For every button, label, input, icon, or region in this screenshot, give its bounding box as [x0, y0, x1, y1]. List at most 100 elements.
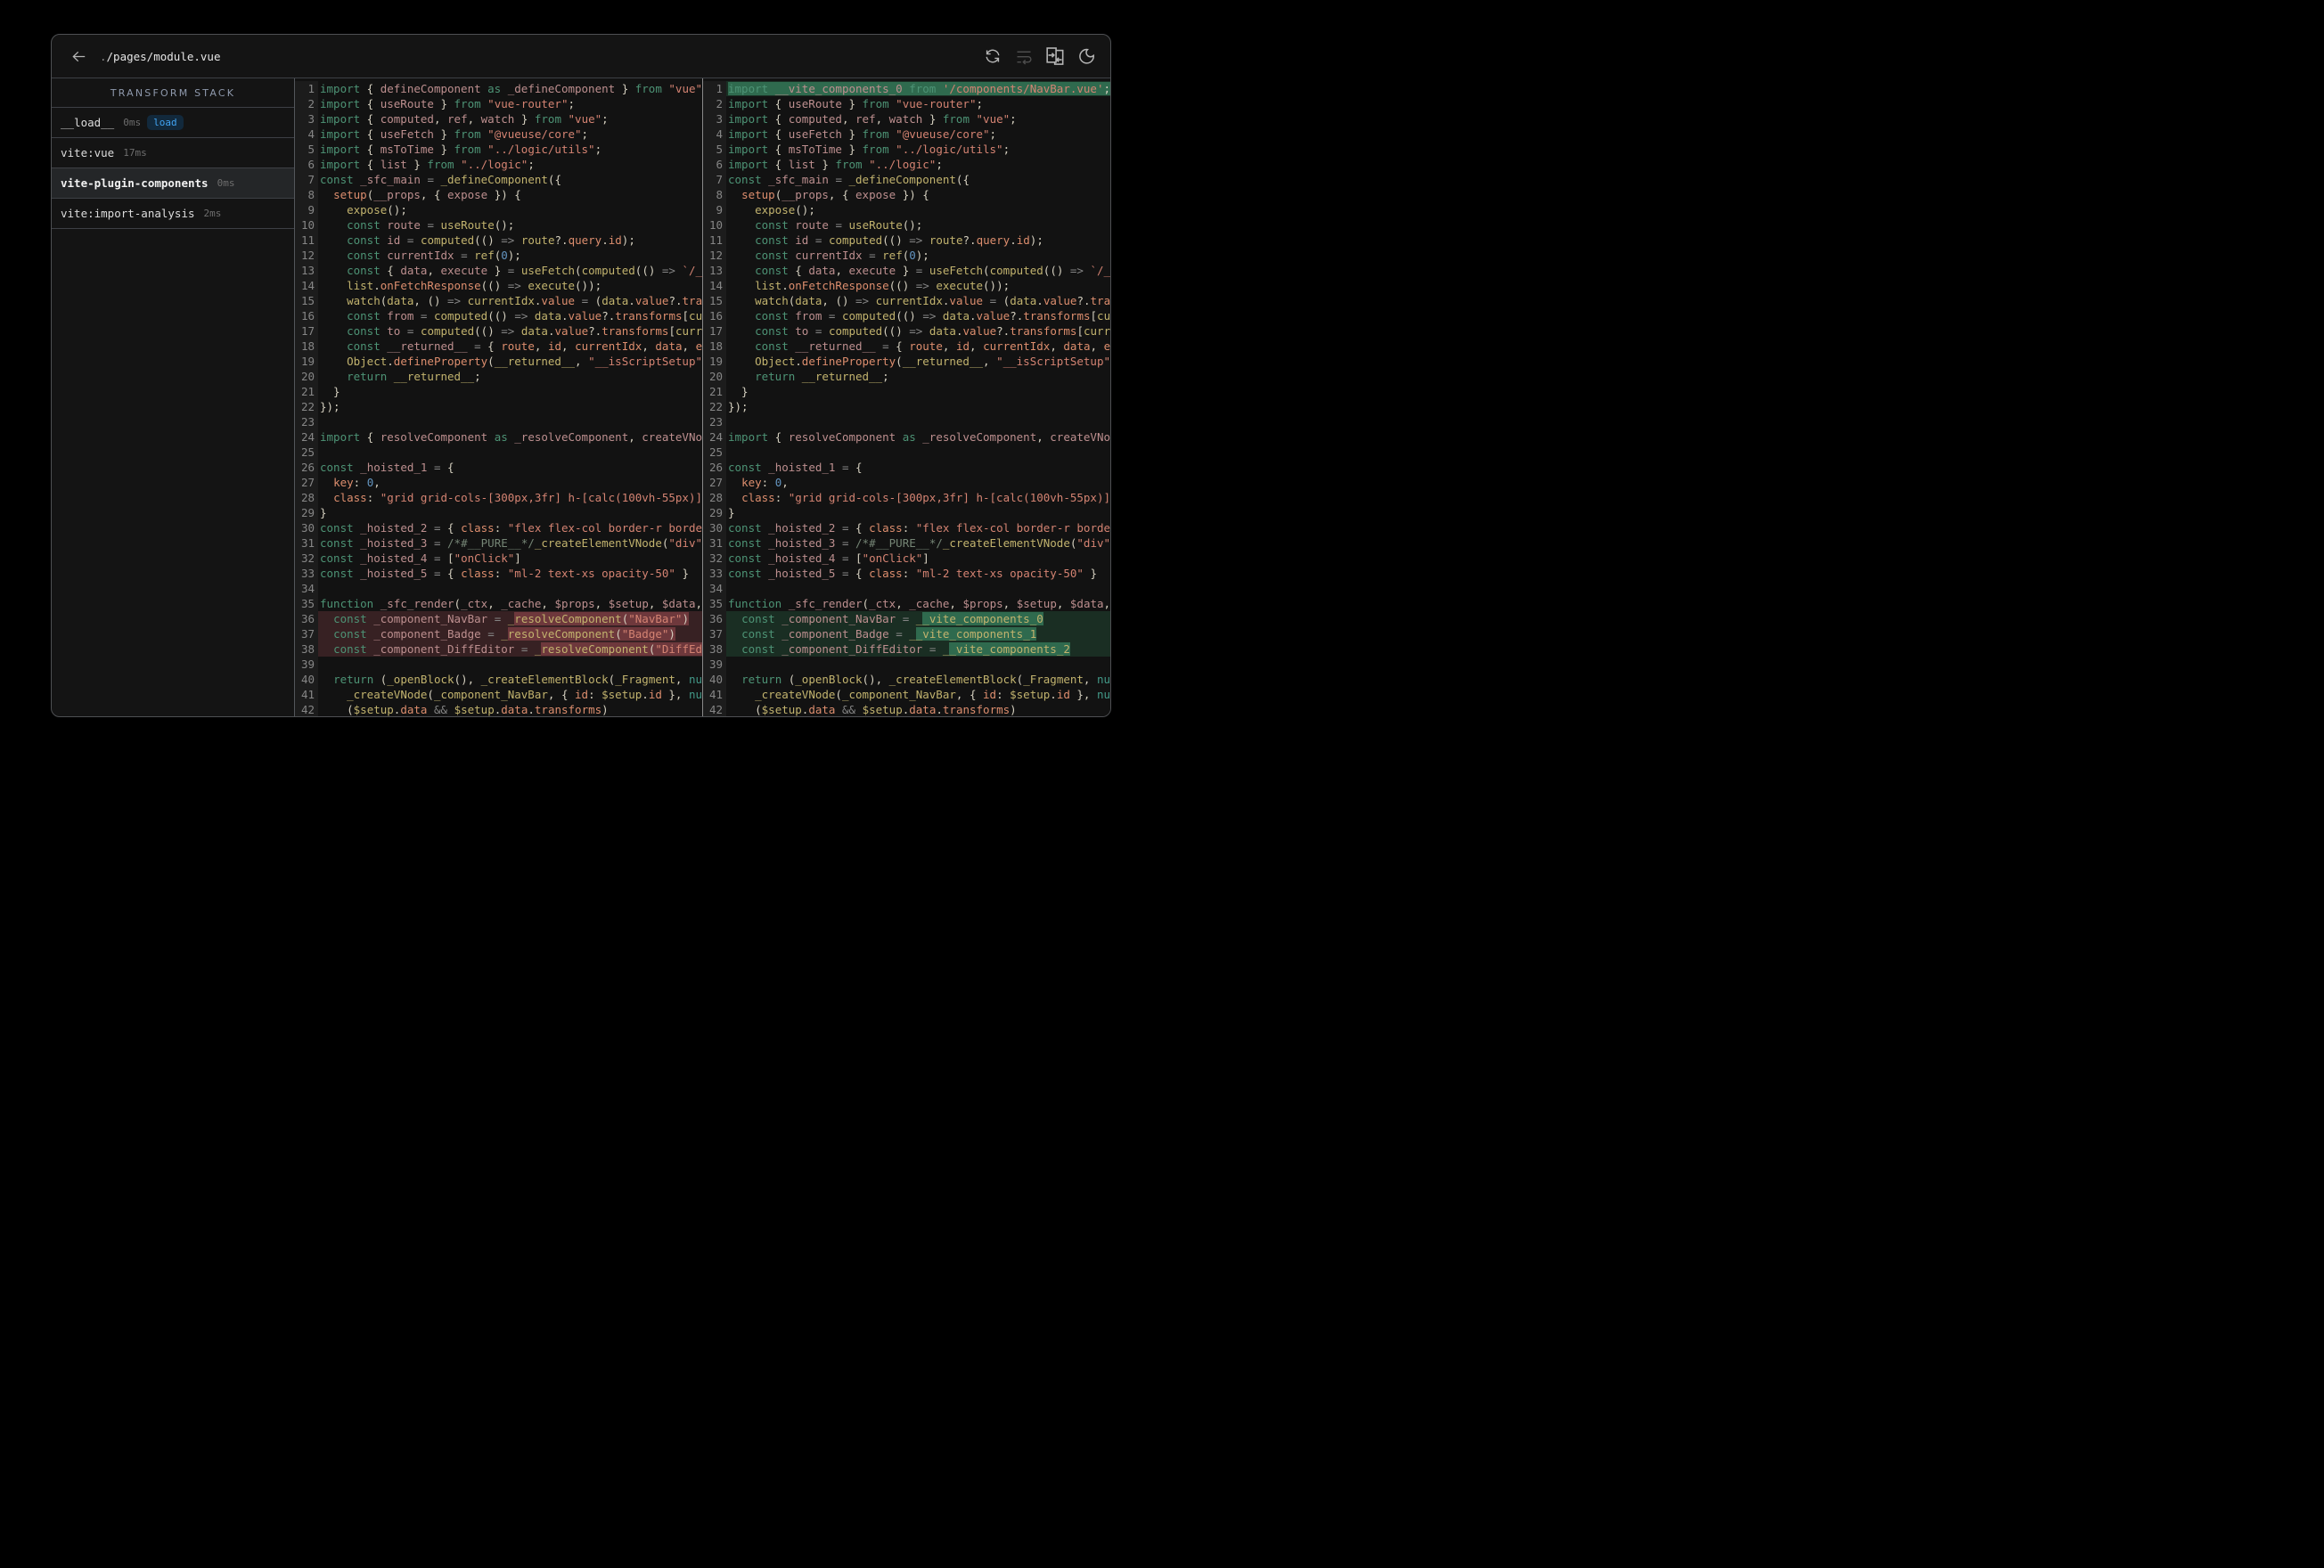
- line-number: 40: [703, 672, 726, 687]
- code-line: 18 const __returned__ = { route, id, cur…: [295, 339, 702, 354]
- code-line: 34: [703, 581, 1110, 596]
- line-number: 11: [295, 233, 318, 248]
- code-line: 17 const to = computed(() => data.value?…: [703, 323, 1110, 339]
- plugin-item-vite-plugin-components[interactable]: vite-plugin-components 0ms: [52, 168, 294, 199]
- line-number: 26: [295, 460, 318, 475]
- line-number: 38: [703, 641, 726, 657]
- code-line: 35 function _sfc_render(_ctx, _cache, $pr…: [295, 596, 702, 611]
- plugin-item--load-[interactable]: __load__ 0ms load: [52, 108, 294, 138]
- header-actions: [984, 47, 1110, 65]
- line-number: 11: [703, 233, 726, 248]
- code-line: 41 _createVNode(_component_NavBar, { id:…: [703, 687, 1110, 702]
- module-path-title: ./pages/module.vue: [100, 49, 221, 63]
- plugin-item-vite-vue[interactable]: vite:vue 17ms: [52, 138, 294, 168]
- code-line: 14 list.onFetchResponse(() => execute())…: [703, 278, 1110, 293]
- line-number: 6: [295, 157, 318, 172]
- line-number: 28: [703, 490, 726, 505]
- code-line: 38 const _component_DiffEditor = __vite_…: [703, 641, 1110, 657]
- line-number: 36: [295, 611, 318, 626]
- line-number: 17: [703, 323, 726, 339]
- code-line: 24 import { resolveComponent as _resolveC…: [295, 429, 702, 445]
- plugin-duration: 17ms: [123, 147, 147, 159]
- line-number: 27: [703, 475, 726, 490]
- code-line: 3 import { computed, ref, watch } from "v…: [295, 111, 702, 127]
- line-number: 35: [295, 596, 318, 611]
- code-line: 7 const _sfc_main = _defineComponent({: [703, 172, 1110, 187]
- code-line: 37 const _component_Badge = _resolveComp…: [295, 626, 702, 641]
- line-number: 19: [703, 354, 726, 369]
- line-number: 42: [703, 702, 726, 716]
- code-line: 33 const _hoisted_5 = { class: "ml-2 text…: [703, 566, 1110, 581]
- line-number: 39: [703, 657, 726, 672]
- dark-mode-icon[interactable]: [1077, 47, 1095, 65]
- code-line: 29}: [703, 505, 1110, 520]
- line-number: 14: [703, 278, 726, 293]
- code-line: 40 return (_openBlock(), _createElementB…: [703, 672, 1110, 687]
- code-line: 4 import { useFetch } from "@vueuse/core"…: [703, 127, 1110, 142]
- refresh-icon[interactable]: [984, 47, 1002, 65]
- plugin-item-vite-import-analysis[interactable]: vite:import-analysis 2ms: [52, 199, 294, 229]
- line-number: 19: [295, 354, 318, 369]
- code-line: 6 import { list } from "../logic";: [295, 157, 702, 172]
- code-line: 13 const { data, execute } = useFetch(co…: [295, 263, 702, 278]
- line-number: 21: [295, 384, 318, 399]
- code-line: 21 }: [703, 384, 1110, 399]
- code-line: 34: [295, 581, 702, 596]
- code-line: 42 ($setup.data && $setup.data.transform…: [703, 702, 1110, 716]
- line-number: 27: [295, 475, 318, 490]
- diff-view-icon[interactable]: [1046, 47, 1064, 65]
- diff-editor: 1 import { defineComponent as _defineComp…: [295, 78, 1110, 716]
- line-number: 10: [295, 217, 318, 233]
- code-line: 38 const _component_DiffEditor = _resolv…: [295, 641, 702, 657]
- line-number: 20: [703, 369, 726, 384]
- code-line: 27 key: 0,: [295, 475, 702, 490]
- code-line: 5 import { msToTime } from "../logic/util…: [703, 142, 1110, 157]
- code-line: 22});: [703, 399, 1110, 414]
- code-line: 17 const to = computed(() => data.value?…: [295, 323, 702, 339]
- line-number: 24: [703, 429, 726, 445]
- line-number: 33: [703, 566, 726, 581]
- code-line: 21 }: [295, 384, 702, 399]
- line-number: 12: [295, 248, 318, 263]
- line-number: 40: [295, 672, 318, 687]
- line-number: 9: [295, 202, 318, 217]
- line-number: 23: [295, 414, 318, 429]
- line-number: 3: [703, 111, 726, 127]
- code-line: 12 const currentIdx = ref(0);: [295, 248, 702, 263]
- line-number: 41: [703, 687, 726, 702]
- line-number: 13: [703, 263, 726, 278]
- code-line: 2 import { useRoute } from "vue-router";: [703, 96, 1110, 111]
- plugin-duration: 0ms: [123, 117, 142, 128]
- line-wrap-icon[interactable]: [1015, 47, 1033, 65]
- code-line: 3 import { computed, ref, watch } from "v…: [703, 111, 1110, 127]
- line-number: 32: [703, 551, 726, 566]
- code-line: 10 const route = useRoute();: [295, 217, 702, 233]
- code-line: 27 key: 0,: [703, 475, 1110, 490]
- inspect-window: ./pages/module.vue TRANSFORM STACK __loa…: [51, 34, 1111, 717]
- code-line: 25: [703, 445, 1110, 460]
- line-number: 41: [295, 687, 318, 702]
- code-line: 10 const route = useRoute();: [703, 217, 1110, 233]
- line-number: 21: [703, 384, 726, 399]
- line-number: 29: [703, 505, 726, 520]
- line-number: 6: [703, 157, 726, 172]
- back-button[interactable]: [70, 48, 87, 65]
- code-line: 5 import { msToTime } from "../logic/util…: [295, 142, 702, 157]
- code-pane-before[interactable]: 1 import { defineComponent as _defineComp…: [295, 78, 702, 716]
- line-number: 30: [703, 520, 726, 535]
- load-hook-badge: load: [147, 115, 184, 130]
- line-number: 31: [295, 535, 318, 551]
- code-line: 32 const _hoisted_4 = ["onClick"]: [703, 551, 1110, 566]
- code-line: 11 const id = computed(() => route?.quer…: [295, 233, 702, 248]
- line-number: 1: [295, 81, 318, 96]
- code-pane-after[interactable]: 1 import __vite_components_0 from '/compo…: [703, 78, 1110, 716]
- line-number: 25: [295, 445, 318, 460]
- code-line: 8 setup(__props, { expose }) {: [295, 187, 702, 202]
- line-number: 26: [703, 460, 726, 475]
- code-line: 24 import { resolveComponent as _resolveC…: [703, 429, 1110, 445]
- header: ./pages/module.vue: [52, 35, 1110, 78]
- code-line: 39: [295, 657, 702, 672]
- line-number: 16: [703, 308, 726, 323]
- plugin-name: __load__: [61, 116, 115, 129]
- code-line: 23: [703, 414, 1110, 429]
